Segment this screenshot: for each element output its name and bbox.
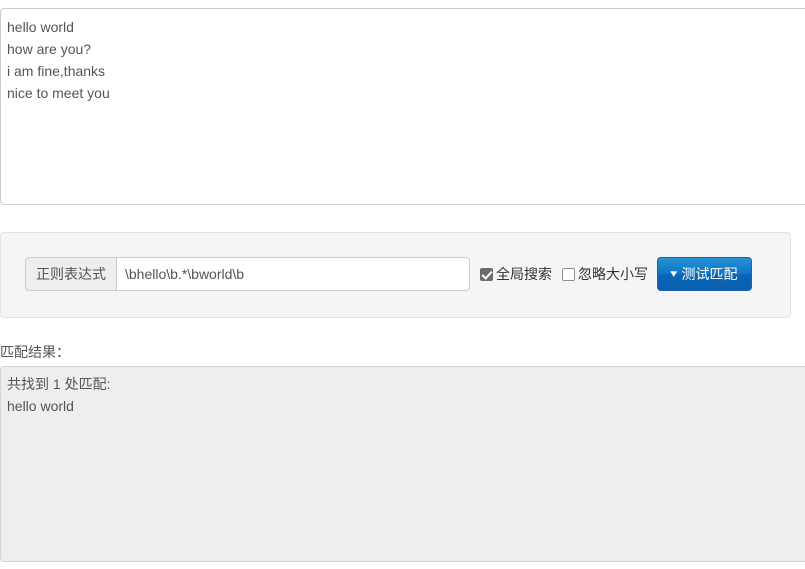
checkbox-global-search-box[interactable] bbox=[480, 267, 493, 281]
result-output: 共找到 1 处匹配: hello world bbox=[0, 366, 805, 562]
sample-text-input[interactable]: hello world how are you? i am fine,thank… bbox=[0, 8, 805, 205]
checkbox-global-search-label: 全局搜索 bbox=[496, 266, 552, 282]
options-panel: 正则表达式 全局搜索 忽略大小写 ▾ 测试匹配 bbox=[0, 232, 791, 318]
sample-text-container: hello world how are you? i am fine,thank… bbox=[0, 8, 805, 205]
regex-input-label: 正则表达式 bbox=[25, 257, 116, 291]
result-label: 匹配结果： bbox=[0, 344, 70, 360]
chevron-down-icon: ▾ bbox=[670, 267, 678, 280]
options-row: 正则表达式 全局搜索 忽略大小写 ▾ 测试匹配 bbox=[25, 257, 780, 291]
regex-input[interactable] bbox=[116, 257, 470, 291]
test-match-button[interactable]: ▾ 测试匹配 bbox=[657, 257, 752, 291]
checkbox-global-search[interactable]: 全局搜索 bbox=[480, 267, 552, 281]
checkbox-ignore-case-box[interactable] bbox=[562, 267, 575, 281]
regex-input-group: 正则表达式 bbox=[25, 257, 470, 291]
checkbox-ignore-case-label: 忽略大小写 bbox=[578, 266, 648, 282]
checkbox-ignore-case[interactable]: 忽略大小写 bbox=[562, 267, 648, 281]
test-match-button-label: 测试匹配 bbox=[681, 266, 738, 282]
